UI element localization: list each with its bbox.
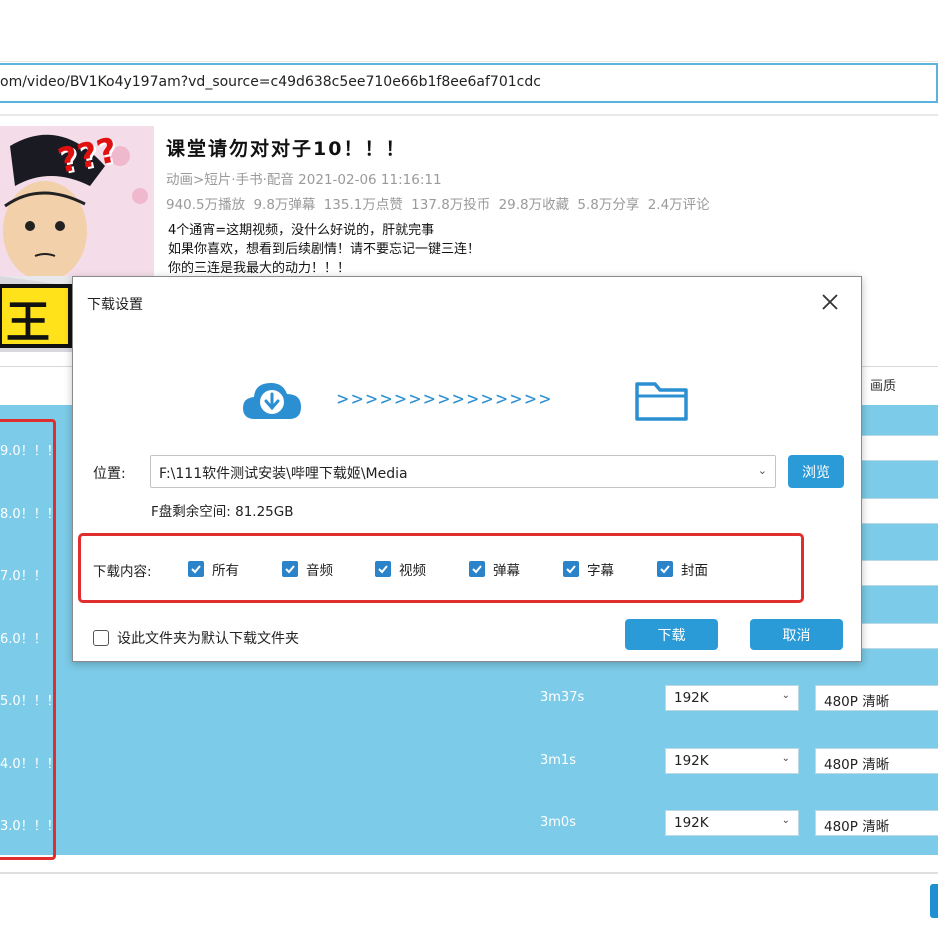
- audio-quality-select[interactable]: 192K ⌄: [665, 685, 799, 711]
- checkmark-icon: [375, 561, 391, 577]
- row-duration: 3m37s: [540, 690, 585, 705]
- divider: [0, 872, 938, 874]
- checkbox-danmaku[interactable]: 弹幕: [469, 559, 520, 579]
- video-title: 课堂请勿对对子10！！！: [166, 138, 407, 160]
- dialog-title: 下载设置: [87, 297, 143, 313]
- close-icon[interactable]: [819, 291, 841, 313]
- audio-quality-select[interactable]: 192K ⌄: [665, 810, 799, 836]
- checkbox-subtitle[interactable]: 字幕: [563, 559, 614, 579]
- select-value: 192K: [674, 815, 709, 831]
- checkbox-cover[interactable]: 封面: [657, 559, 708, 579]
- checkbox-label: 弹幕: [493, 563, 520, 579]
- row-duration: 3m0s: [540, 815, 576, 830]
- checkbox-audio[interactable]: 音频: [282, 559, 333, 579]
- checkmark-icon: [563, 561, 579, 577]
- cancel-button[interactable]: 取消: [750, 619, 843, 650]
- row-duration: 3m1s: [540, 752, 576, 768]
- cloud-download-icon: [243, 383, 301, 419]
- location-label: 位置:: [93, 466, 126, 482]
- bottom-action-button[interactable]: [930, 884, 938, 918]
- checkbox-label: 封面: [681, 563, 708, 579]
- folder-icon: [635, 382, 688, 421]
- content-label: 下载内容:: [93, 564, 152, 580]
- transfer-arrows: >>>>>>>>>>>>>>>: [337, 388, 554, 410]
- checkmark-icon: [282, 561, 298, 577]
- checkbox-label: 设此文件夹为默认下载文件夹: [117, 631, 299, 647]
- location-select[interactable]: F:\111软件测试安装\哔哩下载姬\Media ⌄: [150, 455, 776, 488]
- video-stats: 940.5万播放 9.8万弹幕 135.1万点赞 137.8万投币 29.8万收…: [166, 197, 710, 213]
- select-value: 480P 清晰: [824, 694, 890, 710]
- window-top-area: [0, 0, 938, 62]
- url-input[interactable]: om/video/BV1Ko4y197am?vd_source=c49d638c…: [0, 63, 938, 103]
- highlight-box-titles: [0, 419, 56, 860]
- chevron-down-icon: ⌄: [757, 464, 767, 477]
- checkbox-all[interactable]: 所有: [188, 559, 239, 579]
- chevron-down-icon: ⌄: [781, 815, 790, 826]
- video-meta: 动画>短片·手书·配音 2021-02-06 11:16:11: [166, 172, 442, 188]
- checkbox-label: 视频: [399, 563, 426, 579]
- video-quality-select[interactable]: 480P 清晰⌄: [815, 685, 938, 711]
- video-quality-select[interactable]: 480P 清晰⌄: [815, 810, 938, 836]
- select-value: 192K: [674, 690, 709, 706]
- checkbox-label: 字幕: [587, 563, 614, 579]
- default-folder-checkbox[interactable]: 设此文件夹为默认下载文件夹: [93, 628, 299, 648]
- download-settings-dialog: 下载设置 >>>>>>>>>>>>>>> 位置: F:\111软件测试安装\哔哩…: [72, 276, 862, 662]
- chevron-down-icon: ⌄: [781, 752, 790, 764]
- checkbox-box: [93, 630, 109, 646]
- desc-line: 4个通宵=这期视频，没什么好说的，肝就完事: [168, 223, 435, 238]
- audio-quality-select[interactable]: 192K ⌄: [665, 747, 799, 774]
- checkmark-icon: [188, 561, 204, 577]
- download-button[interactable]: 下载: [625, 619, 718, 650]
- checkbox-label: 音频: [306, 563, 333, 579]
- free-space-text: F盘剩余空间: 81.25GB: [151, 504, 294, 520]
- column-header-quality: 画质: [870, 379, 897, 394]
- desc-line: 如果你喜欢，想看到后续剧情！请不要忘记一键三连！: [168, 242, 481, 257]
- checkbox-video[interactable]: 视频: [375, 559, 426, 579]
- select-value: 480P 清晰: [824, 756, 890, 773]
- checkmark-icon: [657, 561, 673, 577]
- checkmark-icon: [469, 561, 485, 577]
- divider: [0, 114, 938, 116]
- thumb-char-text: 王: [6, 297, 50, 348]
- video-quality-select[interactable]: 480P 清晰⌄: [815, 747, 938, 774]
- chevron-down-icon: ⌄: [781, 690, 790, 701]
- select-value: 192K: [674, 752, 709, 769]
- select-value: 480P 清晰: [824, 819, 890, 835]
- checkbox-label: 所有: [212, 563, 239, 579]
- video-description: 4个通宵=这期视频，没什么好说的，肝就完事 如果你喜欢，想看到后续剧情！请不要忘…: [168, 221, 480, 278]
- browse-button[interactable]: 浏览: [788, 455, 844, 488]
- location-value: F:\111软件测试安装\哔哩下载姬\Media: [159, 466, 408, 482]
